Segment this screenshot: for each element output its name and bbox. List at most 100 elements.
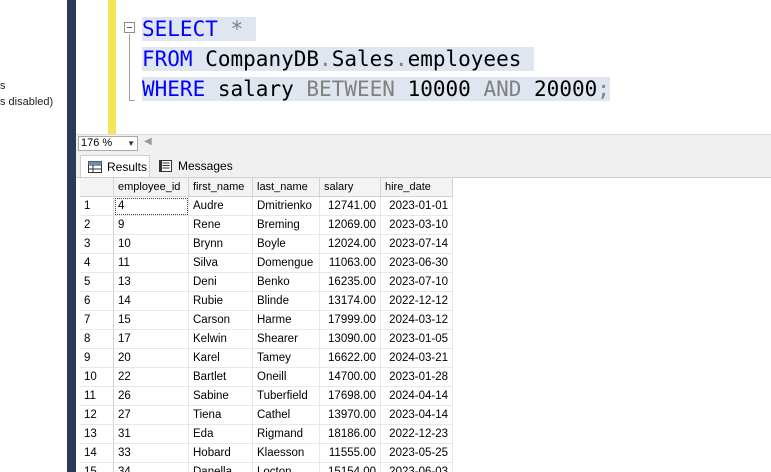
cell-first-name[interactable]: Rubie xyxy=(189,292,253,311)
cell-employee-id[interactable]: 13 xyxy=(114,273,189,292)
cell-first-name[interactable]: Sabine xyxy=(189,387,253,406)
column-header[interactable]: first_name xyxy=(189,178,253,197)
row-number[interactable]: 11 xyxy=(80,387,114,406)
row-number[interactable]: 6 xyxy=(80,292,114,311)
cell-first-name[interactable]: Audre xyxy=(189,197,253,216)
zoom-dropdown[interactable]: 176 % ▼ xyxy=(78,136,138,151)
cell-employee-id[interactable]: 26 xyxy=(114,387,189,406)
collapse-outline-icon[interactable] xyxy=(124,22,135,33)
cell-employee-id[interactable]: 11 xyxy=(114,254,189,273)
cell-employee-id[interactable]: 15 xyxy=(114,311,189,330)
cell-salary[interactable]: 16235.00 xyxy=(320,273,381,292)
cell-employee-id[interactable]: 31 xyxy=(114,425,189,444)
cell-last-name[interactable]: Rigmand xyxy=(253,425,320,444)
cell-last-name[interactable]: Cathel xyxy=(253,406,320,425)
cell-employee-id[interactable]: 17 xyxy=(114,330,189,349)
row-number[interactable]: 12 xyxy=(80,406,114,425)
cell-salary[interactable]: 12024.00 xyxy=(320,235,381,254)
row-number[interactable]: 8 xyxy=(80,330,114,349)
row-number[interactable]: 1 xyxy=(80,197,114,216)
cell-last-name[interactable]: Tuberfield xyxy=(253,387,320,406)
cell-employee-id[interactable]: 20 xyxy=(114,349,189,368)
cell-employee-id[interactable]: 22 xyxy=(114,368,189,387)
cell-salary[interactable]: 12069.00 xyxy=(320,216,381,235)
cell-employee-id[interactable]: 10 xyxy=(114,235,189,254)
cell-last-name[interactable]: Blinde xyxy=(253,292,320,311)
code-line-2[interactable]: FROM CompanyDB.Sales.employees xyxy=(142,44,535,74)
cell-first-name[interactable]: Carson xyxy=(189,311,253,330)
tab-results[interactable]: Results xyxy=(80,155,150,177)
cell-first-name[interactable]: Rene xyxy=(189,216,253,235)
cell-employee-id[interactable]: 9 xyxy=(114,216,189,235)
cell-salary[interactable]: 16622.00 xyxy=(320,349,381,368)
row-number[interactable]: 2 xyxy=(80,216,114,235)
cell-employee-id[interactable]: 4 xyxy=(114,197,189,216)
cell-hire-date[interactable]: 2023-03-10 xyxy=(381,216,453,235)
cell-salary[interactable]: 18186.00 xyxy=(320,425,381,444)
scroll-left-icon[interactable]: ◀ xyxy=(144,136,152,147)
row-number[interactable]: 7 xyxy=(80,311,114,330)
cell-first-name[interactable]: Tiena xyxy=(189,406,253,425)
cell-hire-date[interactable]: 2023-07-14 xyxy=(381,235,453,254)
column-header[interactable]: last_name xyxy=(253,178,320,197)
row-number[interactable]: 9 xyxy=(80,349,114,368)
cell-first-name[interactable]: Karel xyxy=(189,349,253,368)
cell-hire-date[interactable]: 2023-01-28 xyxy=(381,368,453,387)
cell-salary[interactable]: 12741.00 xyxy=(320,197,381,216)
tab-messages[interactable]: Messages xyxy=(152,155,233,177)
column-header[interactable]: hire_date xyxy=(381,178,453,197)
row-number-header[interactable] xyxy=(80,178,114,197)
cell-hire-date[interactable]: 2024-03-21 xyxy=(381,349,453,368)
cell-hire-date[interactable]: 2024-03-12 xyxy=(381,311,453,330)
cell-salary[interactable]: 11063.00 xyxy=(320,254,381,273)
cell-employee-id[interactable]: 27 xyxy=(114,406,189,425)
cell-salary[interactable]: 13970.00 xyxy=(320,406,381,425)
cell-first-name[interactable]: Kelwin xyxy=(189,330,253,349)
row-number[interactable]: 14 xyxy=(80,444,114,463)
row-number[interactable]: 3 xyxy=(80,235,114,254)
results-grid[interactable]: employee_id first_name last_name salary … xyxy=(76,178,771,472)
cell-employee-id[interactable]: 14 xyxy=(114,292,189,311)
cell-last-name[interactable]: Benko xyxy=(253,273,320,292)
cell-first-name[interactable]: Brynn xyxy=(189,235,253,254)
cell-salary[interactable]: 17698.00 xyxy=(320,387,381,406)
cell-last-name[interactable]: Boyle xyxy=(253,235,320,254)
cell-salary[interactable]: 14700.00 xyxy=(320,368,381,387)
code-line-3[interactable]: WHERE salary BETWEEN 10000 AND 20000; xyxy=(142,74,610,104)
cell-first-name[interactable]: Bartlet xyxy=(189,368,253,387)
cell-last-name[interactable]: Shearer xyxy=(253,330,320,349)
cell-hire-date[interactable]: 2023-01-01 xyxy=(381,197,453,216)
cell-hire-date[interactable]: 2023-06-30 xyxy=(381,254,453,273)
row-number[interactable]: 13 xyxy=(80,425,114,444)
cell-hire-date[interactable]: 2022-12-12 xyxy=(381,292,453,311)
cell-salary[interactable]: 17999.00 xyxy=(320,311,381,330)
cell-last-name[interactable]: Dmitrienko xyxy=(253,197,320,216)
cell-hire-date[interactable]: 2023-05-25 xyxy=(381,444,453,463)
cell-last-name[interactable]: Harme xyxy=(253,311,320,330)
row-number[interactable]: 15 xyxy=(80,463,114,472)
cell-hire-date[interactable]: 2023-04-14 xyxy=(381,406,453,425)
row-number[interactable]: 10 xyxy=(80,368,114,387)
cell-last-name[interactable]: Domengue xyxy=(253,254,320,273)
cell-hire-date[interactable]: 2023-01-05 xyxy=(381,330,453,349)
cell-hire-date[interactable]: 2023-07-10 xyxy=(381,273,453,292)
column-header[interactable]: employee_id xyxy=(114,178,189,197)
cell-last-name[interactable]: Locton xyxy=(253,463,320,472)
cell-hire-date[interactable]: 2023-06-03 xyxy=(381,463,453,472)
cell-salary[interactable]: 13090.00 xyxy=(320,330,381,349)
code-line-1[interactable]: SELECT * xyxy=(142,14,256,44)
cell-salary[interactable]: 11555.00 xyxy=(320,444,381,463)
row-number[interactable]: 5 xyxy=(80,273,114,292)
cell-last-name[interactable]: Oneill xyxy=(253,368,320,387)
cell-last-name[interactable]: Tamey xyxy=(253,349,320,368)
cell-hire-date[interactable]: 2022-12-23 xyxy=(381,425,453,444)
cell-employee-id[interactable]: 33 xyxy=(114,444,189,463)
column-header[interactable]: salary xyxy=(320,178,381,197)
cell-employee-id[interactable]: 34 xyxy=(114,463,189,472)
cell-first-name[interactable]: Deni xyxy=(189,273,253,292)
cell-salary[interactable]: 15154.00 xyxy=(320,463,381,472)
query-editor[interactable]: SELECT * FROM CompanyDB.Sales.employees … xyxy=(76,0,771,134)
row-number[interactable]: 4 xyxy=(80,254,114,273)
panel-splitter[interactable] xyxy=(67,0,76,472)
chevron-down-icon[interactable]: ▼ xyxy=(127,137,135,150)
